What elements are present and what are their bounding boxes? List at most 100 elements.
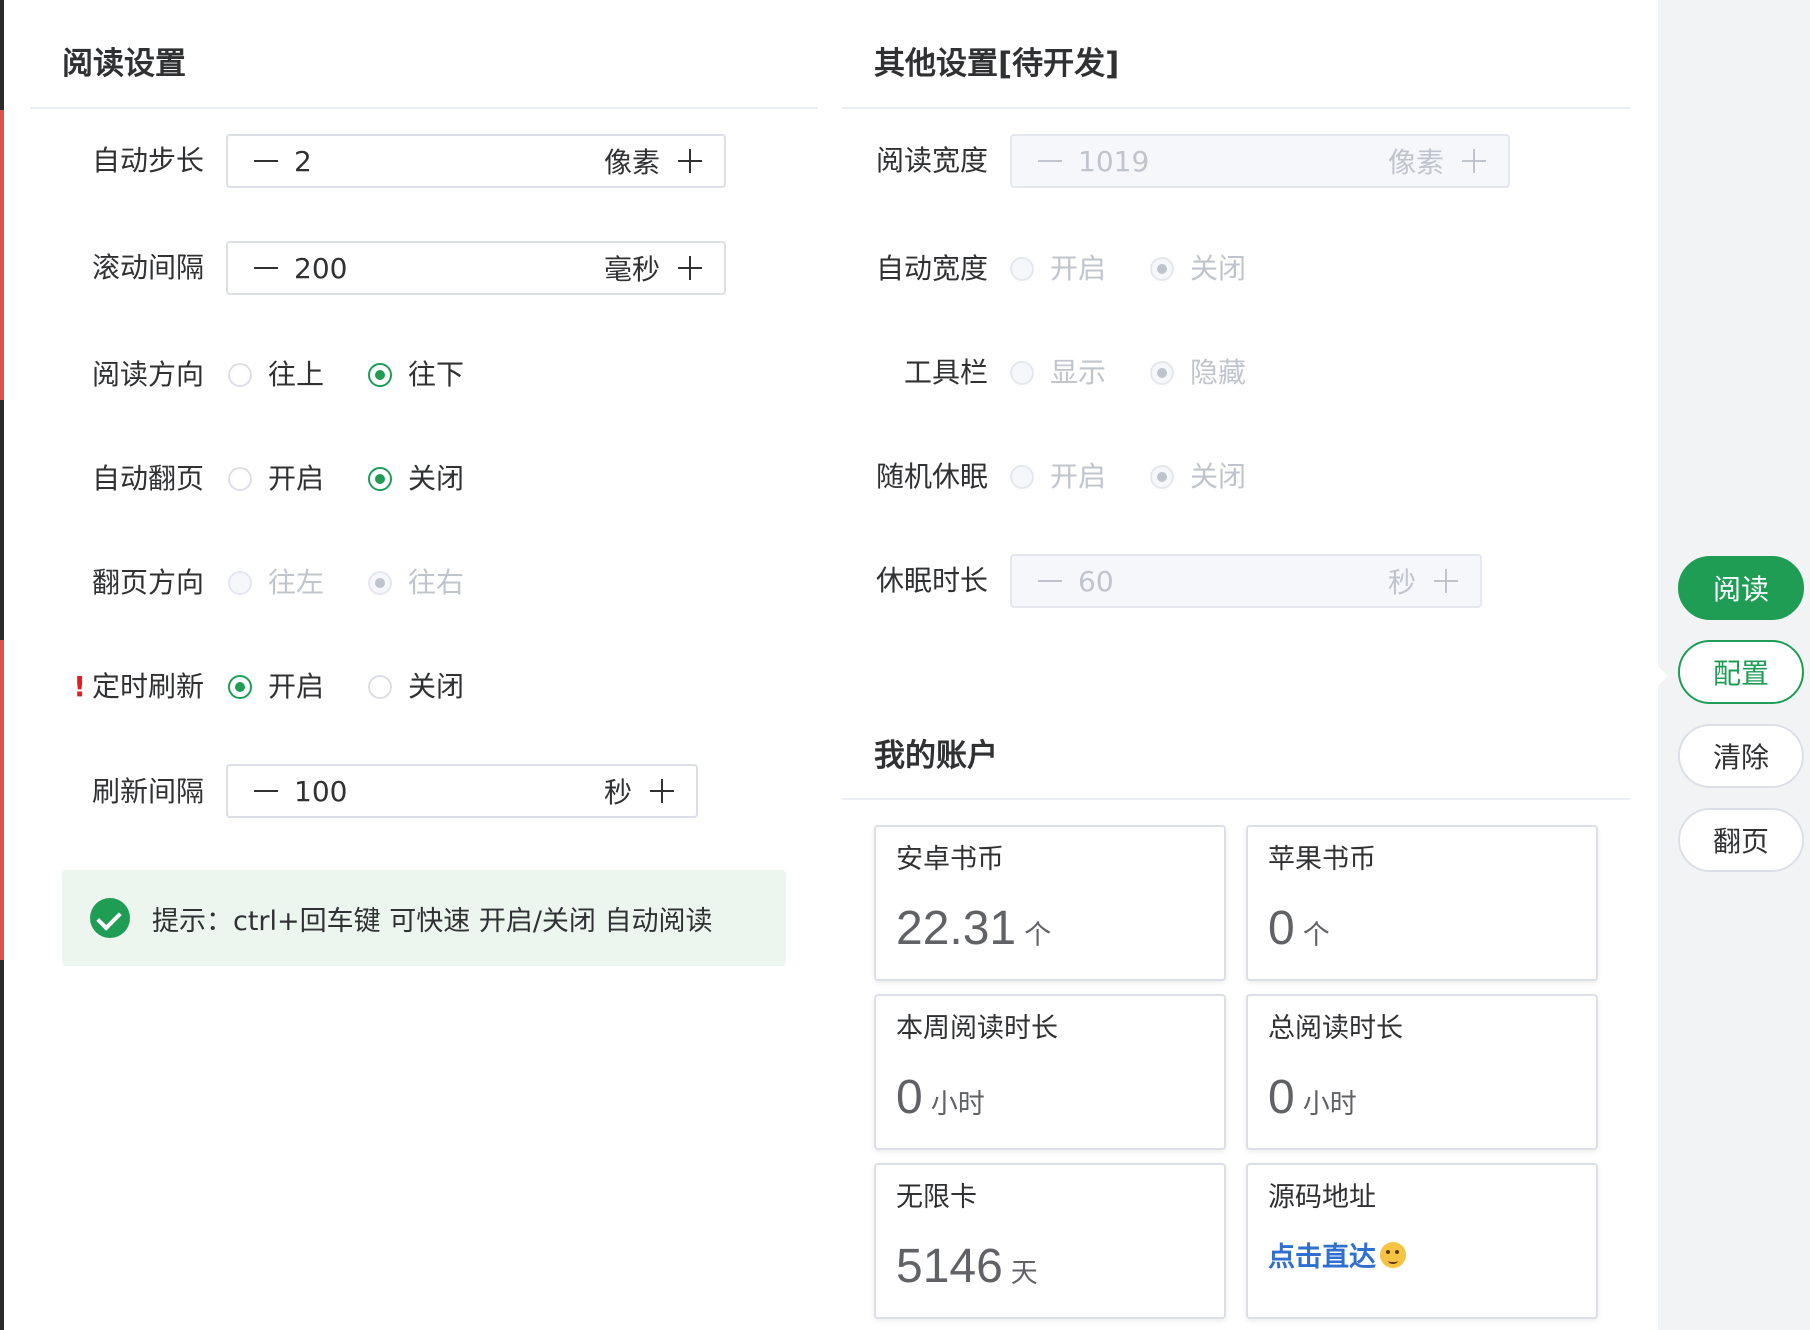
read-button[interactable]: 阅读 [1678,556,1804,620]
android-coins-card: 安卓书币 22.31 个 [874,825,1226,981]
reading-settings-divider [30,107,818,109]
radio-checked-icon[interactable] [228,675,252,699]
check-circle-icon [90,898,130,938]
radio-icon[interactable] [228,467,252,491]
toolbar-label: 工具栏 [903,356,988,389]
page-right-radio[interactable]: 往右 [368,563,464,603]
timed-refresh-off-text: 关闭 [408,670,465,703]
unlimited-card-card: 无限卡 5146 天 [874,1163,1226,1319]
auto-page-off-radio[interactable]: 关闭 [368,459,464,499]
radio-checked-icon[interactable] [1150,465,1174,489]
plus-icon[interactable] [1462,149,1486,173]
read-width-stepper[interactable]: 1019 像素 [1010,134,1510,188]
auto-page-on-radio[interactable]: 开启 [228,459,324,499]
toolbar-show-text: 显示 [1050,356,1107,389]
total-time-label: 总阅读时长 [1268,1013,1403,1044]
radio-checked-icon[interactable] [368,467,392,491]
plus-icon[interactable] [678,256,702,280]
refresh-interval-label: 刷新间隔 [91,775,204,808]
auto-width-off-text: 关闭 [1190,252,1247,285]
plus-icon[interactable] [678,149,702,173]
random-sleep-on-radio[interactable]: 开启 [1010,457,1106,497]
timed-refresh-on-radio[interactable]: 开启 [228,667,324,707]
refresh-interval-value[interactable]: 100 [294,775,604,808]
sleep-duration-unit: 秒 [1387,566,1416,599]
radio-icon[interactable] [1010,257,1034,281]
config-button[interactable]: 配置 [1678,640,1804,704]
source-link[interactable]: 点击直达 [1268,1235,1406,1274]
refresh-interval-unit: 秒 [603,776,632,809]
radio-checked-icon[interactable] [368,571,392,595]
radio-icon[interactable] [228,571,252,595]
minus-icon[interactable] [1038,160,1062,162]
source-link-text[interactable]: 点击直达 [1268,1235,1376,1274]
radio-icon[interactable] [228,363,252,387]
page-direction-label: 翻页方向 [91,566,204,599]
week-time-number: 0 [896,1071,923,1124]
total-time-card: 总阅读时长 0 小时 [1246,994,1598,1150]
android-coins-unit: 个 [1024,920,1052,951]
direction-down-text: 往下 [408,358,465,391]
other-settings-divider [842,107,1630,109]
minus-icon[interactable] [1038,580,1062,582]
interval-value[interactable]: 200 [294,252,604,285]
direction-up-radio[interactable]: 往上 [228,355,324,395]
plus-icon[interactable] [1434,569,1458,593]
direction-down-radio[interactable]: 往下 [368,355,464,395]
sleep-duration-stepper[interactable]: 60 秒 [1010,554,1482,608]
page-left-text: 往左 [268,566,325,599]
android-coins-value: 22.31 个 [896,901,1051,956]
account-title: 我的账户 [874,738,998,774]
step-value[interactable]: 2 [294,145,604,178]
auto-page-label: 自动翻页 [91,462,204,495]
radio-checked-icon[interactable] [368,363,392,387]
random-sleep-label: 随机休眠 [875,460,988,493]
step-unit: 像素 [603,146,660,179]
radio-icon[interactable] [1010,361,1034,385]
direction-up-text: 往上 [268,358,325,391]
toolbar-hide-text: 隐藏 [1190,356,1247,389]
read-width-value[interactable]: 1019 [1078,145,1388,178]
toolbar-hide-radio[interactable]: 隐藏 [1150,353,1246,393]
step-stepper[interactable]: 2 像素 [226,134,726,188]
minus-icon[interactable] [254,267,278,269]
auto-width-off-radio[interactable]: 关闭 [1150,249,1246,289]
random-sleep-off-radio[interactable]: 关闭 [1150,457,1246,497]
reading-settings-title: 阅读设置 [62,46,186,82]
radio-icon[interactable] [1010,465,1034,489]
emoji-icon [1380,1241,1406,1268]
unlimited-card-label: 无限卡 [896,1182,977,1213]
page-turn-button[interactable]: 翻页 [1678,808,1804,872]
account-divider [842,798,1630,800]
page-right-text: 往右 [408,566,465,599]
sleep-duration-value[interactable]: 60 [1078,565,1388,598]
week-time-label: 本周阅读时长 [896,1013,1058,1044]
auto-width-label: 自动宽度 [875,252,988,285]
timed-refresh-label: ! 定时刷新 [24,667,204,707]
plus-icon[interactable] [650,779,674,803]
auto-page-off-text: 关闭 [408,462,465,495]
other-settings-title: 其他设置[待开发] [874,46,1120,82]
minus-icon[interactable] [254,160,278,162]
read-width-unit: 像素 [1387,146,1444,179]
refresh-interval-stepper[interactable]: 100 秒 [226,764,698,818]
timed-refresh-on-text: 开启 [268,670,325,703]
radio-checked-icon[interactable] [1150,257,1174,281]
clear-button[interactable]: 清除 [1678,724,1804,788]
minus-icon[interactable] [254,790,278,792]
interval-stepper[interactable]: 200 毫秒 [226,241,726,295]
read-width-label: 阅读宽度 [875,144,988,177]
auto-width-on-radio[interactable]: 开启 [1010,249,1106,289]
sleep-duration-label: 休眠时长 [875,564,988,597]
tip-alert: 提示：ctrl+回车键 可快速 开启/关闭 自动阅读 [62,870,786,966]
radio-icon[interactable] [368,675,392,699]
unlimited-card-unit: 天 [1010,1258,1038,1289]
radio-checked-icon[interactable] [1150,361,1174,385]
apple-coins-number: 0 [1268,902,1295,955]
page-left-radio[interactable]: 往左 [228,563,324,603]
timed-refresh-off-radio[interactable]: 关闭 [368,667,464,707]
android-coins-label: 安卓书币 [896,844,1004,875]
interval-label: 滚动间隔 [91,251,204,284]
apple-coins-card: 苹果书币 0个 [1246,825,1598,981]
toolbar-show-radio[interactable]: 显示 [1010,353,1106,393]
